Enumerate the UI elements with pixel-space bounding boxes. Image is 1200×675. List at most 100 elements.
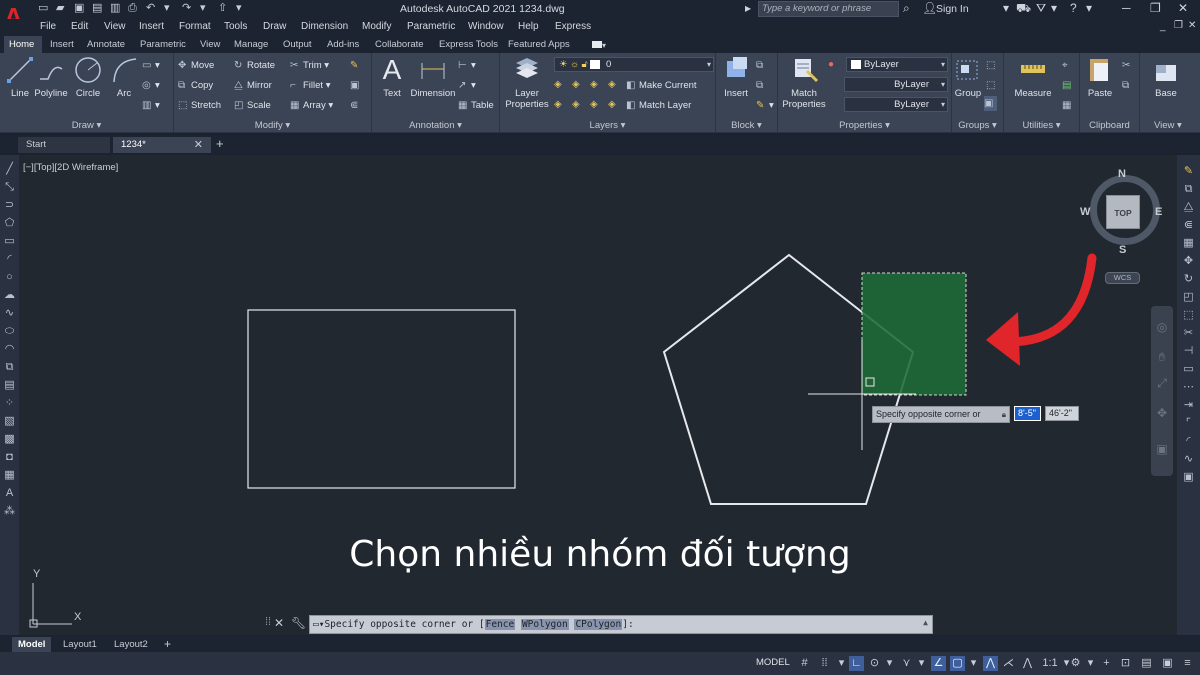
properties-panel-title[interactable]: Properties ▾ <box>778 120 951 131</box>
annotation-monitor-icon[interactable]: + <box>1099 656 1114 671</box>
keyword-search-input[interactable]: Type a keyword or phrase <box>758 1 899 17</box>
break-point-icon[interactable]: ▭ <box>1182 363 1195 376</box>
tab-drawing[interactable]: 1234* ✕ <box>113 137 211 153</box>
trim-button[interactable]: ✂ Trim ▾ <box>290 58 329 73</box>
layer-isolate-icon[interactable]: ◈ <box>572 79 584 91</box>
zoom-extents-icon[interactable]: ⤢ <box>1155 376 1169 390</box>
group-edit-tool[interactable]: ⬚ <box>986 78 999 93</box>
layer-off-icon[interactable]: ◈ <box>554 79 566 91</box>
menu-express[interactable]: Express <box>555 21 591 32</box>
undo-icon[interactable]: ↶ <box>146 2 157 14</box>
model-space-toggle[interactable]: MODEL <box>756 657 790 668</box>
command-line[interactable]: ▭▾Specify opposite corner or [Fence WPol… <box>309 615 933 634</box>
mirror-icon[interactable]: ⧋ <box>1182 201 1195 214</box>
fillet-icon[interactable]: ◜ <box>1182 435 1195 448</box>
snap-dropdown-icon[interactable]: ▾ <box>834 656 849 671</box>
explode-button[interactable]: ▣ <box>350 78 363 93</box>
command-close-icon[interactable]: ✕ <box>274 616 284 630</box>
calculator-tool[interactable]: ▦ <box>1062 98 1075 113</box>
close-icon[interactable]: ✕ <box>1178 1 1188 15</box>
rectangle-icon[interactable]: ▭ <box>3 235 16 248</box>
dimension-button[interactable]: Dimension <box>408 55 458 99</box>
offset-button[interactable]: ⋐ <box>350 98 363 113</box>
object-snap-icon[interactable]: ▢ <box>950 656 965 671</box>
erase-button[interactable]: ✎ <box>350 58 363 73</box>
add-layout-plus-icon[interactable]: + <box>158 637 177 652</box>
edit-block-tool[interactable]: ⧉ <box>756 78 769 93</box>
copy-clip-tool[interactable]: ⧉ <box>1122 78 1135 93</box>
menu-modify[interactable]: Modify <box>362 21 391 32</box>
annotation-scale-value[interactable]: 1:1 <box>1040 656 1060 671</box>
doc-restore-icon[interactable]: ❐ <box>1174 20 1183 31</box>
rotate-button[interactable]: ↻ Rotate <box>234 58 275 73</box>
command-history-toggle-icon[interactable]: ▲ <box>923 618 928 627</box>
tab-layout2[interactable]: Layout2 <box>108 637 154 652</box>
groups-panel-title[interactable]: Groups ▾ <box>952 120 1003 131</box>
arc-button[interactable]: Arc <box>104 55 144 99</box>
rectangle-tool[interactable]: ▭ ▾ <box>142 58 160 73</box>
layer-on-icon[interactable]: ◈ <box>554 99 566 111</box>
annotation-visibility-icon[interactable]: ⋀ <box>983 656 998 671</box>
viewcube-top-face[interactable]: TOP <box>1106 195 1140 229</box>
make-block-icon[interactable]: ▤ <box>3 379 16 392</box>
base-view-button[interactable]: Base <box>1148 55 1184 99</box>
object-snap-tracking-icon[interactable]: ∠ <box>931 656 946 671</box>
move-button[interactable]: ✥ Move <box>178 58 214 73</box>
group-select-tool[interactable]: ▣ <box>984 96 997 111</box>
construction-line-icon[interactable]: ⤡ <box>3 181 16 194</box>
paste-button[interactable]: Paste <box>1082 55 1118 99</box>
menu-parametric[interactable]: Parametric <box>407 21 455 32</box>
menu-view[interactable]: View <box>104 21 126 32</box>
isodraft-icon[interactable]: ⋎ <box>899 656 914 671</box>
view-panel-title[interactable]: View ▾ <box>1140 120 1200 131</box>
annotation-scale-icon[interactable]: ⋀ <box>1020 656 1035 671</box>
help-icon[interactable]: ? <box>1070 1 1077 15</box>
command-customize-icon[interactable]: 🔧︎ <box>291 616 306 630</box>
layer-unisolate-icon[interactable]: ◈ <box>572 99 584 111</box>
erase-icon[interactable]: ✎ <box>1182 165 1195 178</box>
command-line-grip-icon[interactable]: ⁞⁞ <box>265 616 271 628</box>
dynamic-input-field-y[interactable]: 46'-2" <box>1045 406 1079 421</box>
a360-icon[interactable]: ⛛ <box>1036 1 1046 16</box>
option-cpolygon[interactable]: CPolygon <box>574 619 623 630</box>
pan-hand-icon[interactable]: ✋︎ <box>1155 350 1169 364</box>
close-tab-icon[interactable]: ✕ <box>194 138 203 151</box>
linear-dim-tool[interactable]: ⊢ ▾ <box>458 58 476 73</box>
ellipse-arc-icon[interactable]: ◠ <box>3 343 16 356</box>
modify-panel-title[interactable]: Modify ▾ <box>174 120 371 131</box>
orbit-icon[interactable]: ✥ <box>1155 406 1169 420</box>
viewport-controls-label[interactable]: [−][Top][2D Wireframe] <box>23 162 118 173</box>
explode-icon[interactable]: ▣ <box>1182 471 1195 484</box>
array-icon[interactable]: ▦ <box>1182 237 1195 250</box>
menu-draw[interactable]: Draw <box>263 21 286 32</box>
tab-express-tools[interactable]: Express Tools <box>439 39 498 50</box>
menu-tools[interactable]: Tools <box>224 21 247 32</box>
tab-insert[interactable]: Insert <box>50 39 74 50</box>
save-icon[interactable]: ▣ <box>74 2 85 14</box>
grid-icon[interactable]: # <box>797 656 812 671</box>
user-icon[interactable]: 👤︎ <box>922 1 937 15</box>
leader-tool[interactable]: ↗ ▾ <box>458 78 476 93</box>
option-fence[interactable]: Fence <box>484 619 516 630</box>
arc-icon[interactable]: ◜ <box>3 253 16 266</box>
array-button[interactable]: ▦ Array ▾ <box>290 98 333 113</box>
polar-icon[interactable]: ⊙ <box>867 656 882 671</box>
linetype-dropdown[interactable]: ByLayer ▾ <box>844 77 948 92</box>
tab-parametric[interactable]: Parametric <box>140 39 186 50</box>
layer-unlock-icon[interactable]: ◈ <box>608 99 620 111</box>
polyline-button[interactable]: Polyline <box>32 55 70 99</box>
region-icon[interactable]: ◘ <box>3 451 16 464</box>
circle-icon[interactable]: ○ <box>3 271 16 284</box>
help-dropdown-icon[interactable]: ▾ <box>1086 1 1092 15</box>
clipboard-panel-title[interactable]: Clipboard <box>1080 120 1139 131</box>
table-icon[interactable]: ▦ <box>3 469 16 482</box>
add-selected-icon[interactable]: ⁂ <box>3 505 16 518</box>
customize-qat-icon[interactable]: ▾ <box>236 2 247 14</box>
search-icon[interactable]: ⌕ <box>903 1 910 16</box>
text-button[interactable]: A Text <box>372 55 412 100</box>
sign-in-button[interactable]: Sign In <box>936 3 969 15</box>
fillet-button[interactable]: ⌐ Fillet ▾ <box>290 78 330 93</box>
search-arrow-icon[interactable]: ▸ <box>745 1 751 15</box>
mtext-icon[interactable]: A <box>3 487 16 500</box>
hatch-tool[interactable]: ◎ ▾ <box>142 78 160 93</box>
